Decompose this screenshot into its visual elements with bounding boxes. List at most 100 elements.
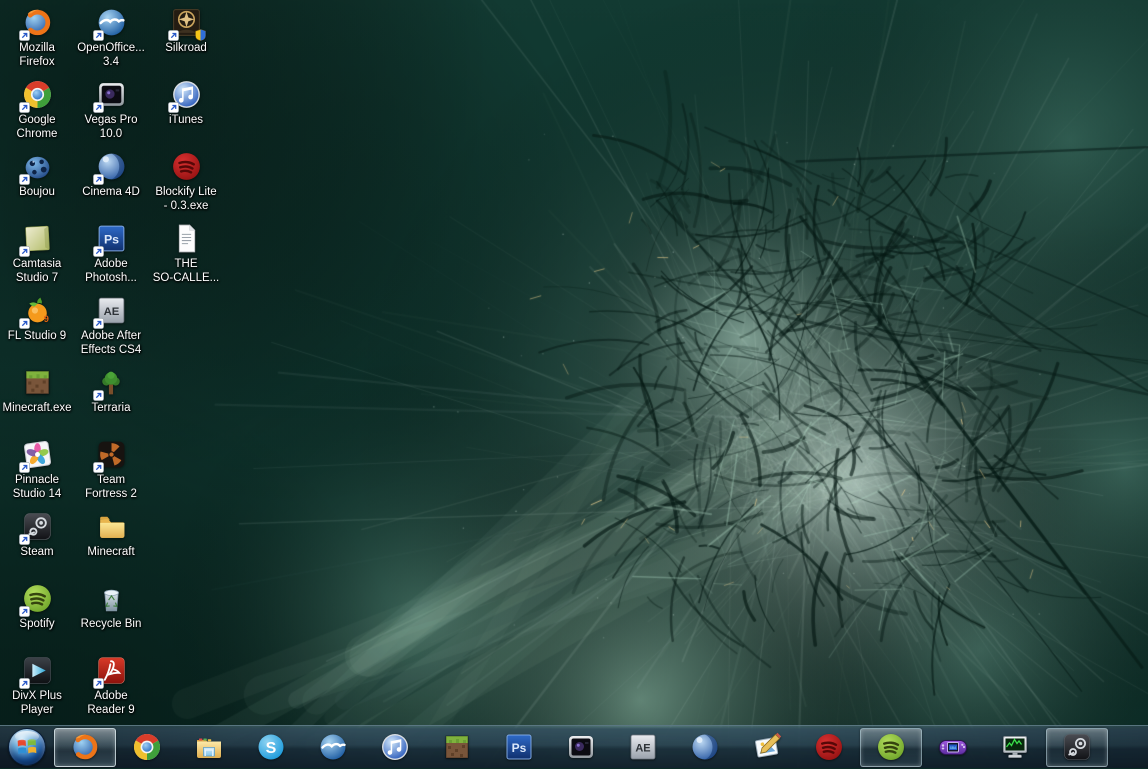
- taskbar-button-spotify[interactable]: [860, 727, 922, 767]
- taskbar-button-chrome[interactable]: [116, 727, 178, 768]
- svg-text:Ps: Ps: [512, 741, 527, 755]
- chrome-icon: [18, 78, 54, 113]
- minecraft-icon: [21, 366, 54, 399]
- desktop-icon-minecraft-exe[interactable]: Minecraft.exe: [0, 366, 74, 416]
- camtasia-icon: [18, 222, 54, 257]
- desktop-icon-adobe-reader[interactable]: Adobe Reader 9: [74, 654, 148, 717]
- shortcut-arrow-overlay: [18, 174, 30, 185]
- recycle-bin-icon: [95, 582, 128, 615]
- shortcut-arrow-overlay: [92, 390, 104, 401]
- desktop-icon-label: Recycle Bin: [80, 618, 142, 630]
- aftereffects-icon: AE: [92, 294, 128, 329]
- shortcut-arrow-overlay: [92, 678, 104, 689]
- desktop-icon-spotify[interactable]: Spotify: [0, 582, 74, 632]
- svg-text:9: 9: [43, 314, 48, 324]
- desktop-icon-label: Adobe Reader 9: [87, 690, 135, 716]
- windows-orb-icon: [8, 728, 46, 766]
- desktop-icon-terraria[interactable]: Terraria: [74, 366, 148, 416]
- flstudio-icon: 9: [18, 294, 54, 329]
- taskbar-button-task-manager[interactable]: [984, 727, 1046, 768]
- shortcut-arrow-overlay: [18, 318, 30, 329]
- shortcut-arrow-overlay: [18, 102, 30, 113]
- itunes-icon: [167, 78, 203, 113]
- shortcut-arrow-overlay: [18, 462, 30, 473]
- desktop-icon-adobe-photoshop[interactable]: Ps Adobe Photosh...: [74, 222, 148, 285]
- desktop-icon-divx-plus-player[interactable]: DivX Plus Player: [0, 654, 74, 717]
- taskbar-button-openoffice[interactable]: [302, 727, 364, 768]
- desktop-icon-vegas-pro[interactable]: Vegas Pro 10.0: [74, 78, 148, 141]
- desktop-icon-camtasia-studio[interactable]: Camtasia Studio 7: [0, 222, 74, 285]
- svg-text:Ps: Ps: [103, 233, 118, 247]
- photoshop-icon: Ps: [503, 731, 535, 763]
- desktop-icon-google-chrome[interactable]: Google Chrome: [0, 78, 74, 141]
- shortcut-arrow-overlay: [18, 30, 30, 41]
- shortcut-arrow-overlay: [167, 102, 179, 113]
- svg-text:AE: AE: [635, 743, 650, 755]
- desktop-icon-label: iTunes: [168, 114, 204, 126]
- taskbar-button-minecraft[interactable]: [426, 727, 488, 768]
- spotify-green-icon: [875, 731, 907, 763]
- shortcut-arrow-overlay: [92, 318, 104, 329]
- chrome-icon: [131, 731, 163, 763]
- desktop-icon-label: Team Fortress 2: [85, 474, 137, 500]
- desktop-icon-label: Silkroad: [165, 42, 207, 54]
- desktop-icon-recycle-bin[interactable]: Recycle Bin: [74, 582, 148, 632]
- vegas-icon: [565, 731, 597, 763]
- minecraft-icon: [441, 731, 473, 763]
- desktop-icon-mozilla-firefox[interactable]: Mozilla Firefox: [0, 6, 74, 69]
- taskbar-button-itunes[interactable]: [364, 727, 426, 768]
- steam-icon: [1061, 731, 1093, 763]
- photoshop-icon: Ps: [92, 222, 128, 257]
- taskbar-button-steam[interactable]: [1046, 727, 1108, 767]
- desktop-icon-boujou[interactable]: Boujou: [0, 150, 74, 200]
- desktop-icon-pinnacle-studio[interactable]: Pinnacle Studio 14: [0, 438, 74, 501]
- text-document-icon: [170, 222, 203, 255]
- uac-shield-overlay: [194, 29, 206, 41]
- taskbar-button-cinema-4d[interactable]: [674, 727, 736, 768]
- adobe-reader-icon: [92, 654, 128, 689]
- taskbar-button-skype[interactable]: S: [240, 727, 302, 768]
- desktop-icon-grid: Mozilla Firefox OpenOffice... 3.4 Silkroad…: [0, 0, 230, 724]
- pinnacle-icon: [18, 438, 54, 473]
- desktop-icon-team-fortress-2[interactable]: Team Fortress 2: [74, 438, 148, 501]
- terraria-icon: [92, 366, 128, 401]
- taskbar-button-windows-explorer[interactable]: [178, 727, 240, 768]
- folder-icon: [95, 510, 128, 543]
- firefox-icon: [69, 731, 101, 763]
- desktop-icon-after-effects[interactable]: AE Adobe After Effects CS4: [74, 294, 148, 357]
- desktop-icon-steam[interactable]: Steam: [0, 510, 74, 560]
- taskbar-button-vba-emulator[interactable]: GBA: [922, 727, 984, 768]
- taskbar-button-photoshop[interactable]: Ps: [488, 727, 550, 768]
- paint-editor-icon: [751, 731, 783, 763]
- taskbar-button-vegas-pro[interactable]: [550, 727, 612, 768]
- taskbar-button-blockify[interactable]: [798, 727, 860, 768]
- openoffice-icon: [317, 731, 349, 763]
- desktop-icon-minecraft-folder[interactable]: Minecraft: [74, 510, 148, 560]
- gba-emulator-icon: GBA: [937, 731, 969, 763]
- cinema4d-icon: [689, 731, 721, 763]
- task-manager-icon: [999, 731, 1031, 763]
- aftereffects-icon: AE: [627, 731, 659, 763]
- desktop-icon-label: Adobe After Effects CS4: [80, 330, 142, 356]
- taskbar-button-after-effects[interactable]: AE: [612, 727, 674, 768]
- tf2-icon: [92, 438, 128, 473]
- shortcut-arrow-overlay: [18, 246, 30, 257]
- silkroad-icon: [167, 6, 206, 41]
- desktop-icon-cinema-4d[interactable]: Cinema 4D: [74, 150, 148, 200]
- cinema4d-icon: [92, 150, 128, 185]
- start-button[interactable]: [0, 726, 54, 769]
- shortcut-arrow-overlay: [92, 462, 104, 473]
- svg-text:S: S: [266, 740, 277, 757]
- desktop-icon-openoffice[interactable]: OpenOffice... 3.4: [74, 6, 148, 69]
- skype-icon: S: [255, 731, 287, 763]
- desktop-icon-silkroad[interactable]: Silkroad: [149, 6, 223, 56]
- taskbar-button-firefox[interactable]: [54, 727, 116, 767]
- taskbar-button-paint-editor[interactable]: [736, 727, 798, 768]
- desktop-icon-blockify-lite[interactable]: Blockify Lite - 0.3.exe: [149, 150, 223, 213]
- desktop-icon-label: Blockify Lite - 0.3.exe: [155, 186, 217, 212]
- taskbar: S Ps AE GBA: [0, 725, 1148, 768]
- desktop-icon-fl-studio[interactable]: 9 FL Studio 9: [0, 294, 74, 344]
- desktop-icon-the-so-called-doc[interactable]: THE SO-CALLE...: [149, 222, 223, 285]
- desktop-icon-itunes[interactable]: iTunes: [149, 78, 223, 128]
- shortcut-arrow-overlay: [18, 606, 30, 617]
